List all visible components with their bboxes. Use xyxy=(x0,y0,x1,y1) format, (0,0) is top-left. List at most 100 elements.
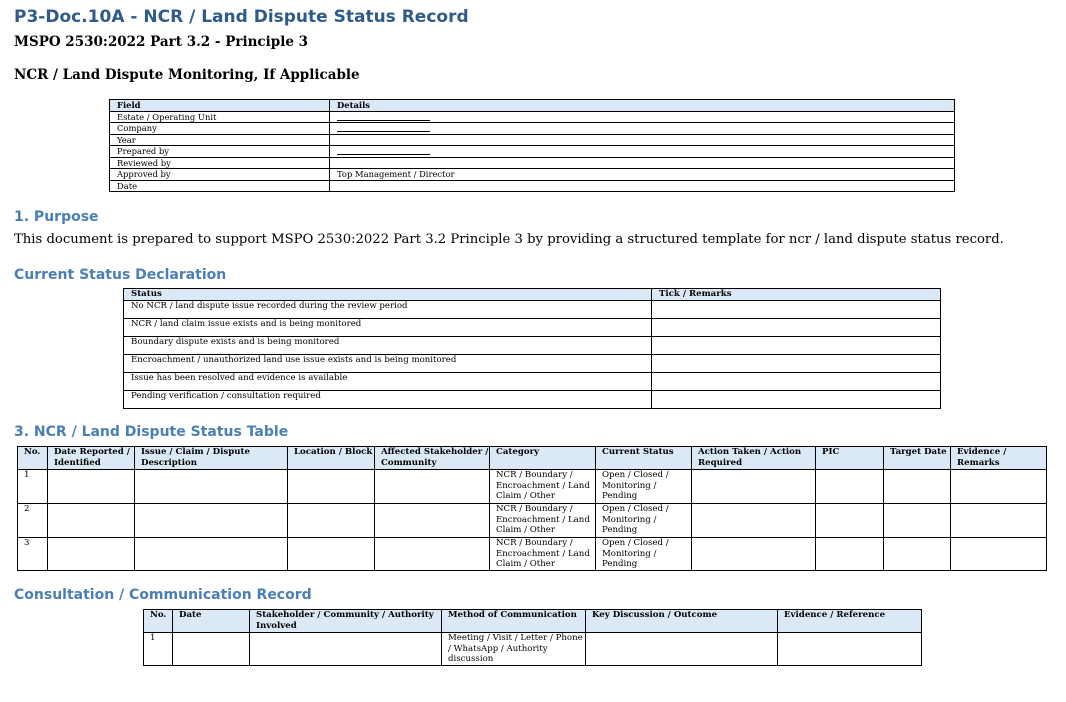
field-header: Field xyxy=(109,99,330,112)
document-title: P3-Doc.10A - NCR / Land Dispute Status R… xyxy=(14,7,469,27)
row-number: 1 xyxy=(143,632,173,666)
info-table: Field Details Estate / Operating Unit Co… xyxy=(109,99,955,192)
empty-cell[interactable] xyxy=(249,632,442,666)
empty-cell[interactable] xyxy=(287,537,375,571)
action-header: Action Taken / Action Required xyxy=(691,446,816,470)
empty-cell[interactable] xyxy=(134,469,288,504)
details-blank[interactable] xyxy=(329,145,955,158)
empty-cell[interactable] xyxy=(374,503,490,538)
status-declaration-heading: Current Status Declaration xyxy=(14,267,227,283)
empty-cell[interactable] xyxy=(815,537,884,571)
info-row-date: Date xyxy=(109,179,955,192)
empty-cell[interactable] xyxy=(950,469,1047,504)
info-row-reviewed-by: Reviewed by xyxy=(109,156,955,169)
target-date-header: Target Date xyxy=(883,446,951,470)
date-header: Date xyxy=(172,609,250,633)
info-row-year: Year xyxy=(109,133,955,146)
empty-cell[interactable] xyxy=(287,503,375,538)
status-row: Issue has been resolved and evidence is … xyxy=(123,372,941,391)
field-label: Date xyxy=(109,179,330,192)
empty-cell[interactable] xyxy=(374,469,490,504)
consultation-table: No. Date Stakeholder / Community / Autho… xyxy=(143,609,922,666)
empty-cell[interactable] xyxy=(134,503,288,538)
empty-cell[interactable] xyxy=(287,469,375,504)
status-label: No NCR / land dispute issue recorded dur… xyxy=(123,300,652,319)
fill-in-line xyxy=(337,146,430,155)
status-label: Pending verification / consultation requ… xyxy=(123,390,652,409)
key-discussion-header: Key Discussion / Outcome xyxy=(585,609,778,633)
row-number: 3 xyxy=(17,537,48,571)
details-value[interactable]: Top Management / Director xyxy=(329,168,955,181)
status-label: NCR / land claim issue exists and is bei… xyxy=(123,318,652,337)
status-declaration-table: Status Tick / Remarks No NCR / land disp… xyxy=(123,288,941,409)
empty-cell[interactable] xyxy=(374,537,490,571)
status-row: Boundary dispute exists and is being mon… xyxy=(123,336,941,355)
empty-cell[interactable] xyxy=(47,503,135,538)
no-header: No. xyxy=(143,609,173,633)
field-label: Prepared by xyxy=(109,145,330,158)
empty-cell[interactable] xyxy=(691,469,816,504)
location-header: Location / Block xyxy=(287,446,375,470)
empty-cell[interactable] xyxy=(134,537,288,571)
details-value[interactable] xyxy=(329,179,955,192)
empty-cell[interactable] xyxy=(585,632,778,666)
affected-stakeholder-header: Affected Stakeholder / Community xyxy=(374,446,490,470)
row-number: 1 xyxy=(17,469,48,504)
consultation-heading: Consultation / Communication Record xyxy=(14,587,312,603)
details-blank[interactable] xyxy=(329,110,955,123)
fill-in-line xyxy=(337,123,430,132)
consultation-header: No. Date Stakeholder / Community / Autho… xyxy=(143,609,922,633)
purpose-text: This document is prepared to support MSP… xyxy=(14,232,1004,247)
status-table-heading: 3. NCR / Land Dispute Status Table xyxy=(14,424,289,440)
field-label: Company xyxy=(109,122,330,135)
empty-cell[interactable] xyxy=(883,503,951,538)
monitoring-heading: NCR / Land Dispute Monitoring, If Applic… xyxy=(14,67,360,83)
status-declaration-header: Status Tick / Remarks xyxy=(123,288,941,301)
details-value[interactable] xyxy=(329,133,955,146)
no-header: No. xyxy=(17,446,48,470)
issue-description-header: Issue / Claim / Dispute Description xyxy=(134,446,288,470)
info-row-company: Company xyxy=(109,122,955,135)
tick-remarks-cell[interactable] xyxy=(651,336,941,355)
empty-cell[interactable] xyxy=(883,537,951,571)
method-header: Method of Communication xyxy=(441,609,586,633)
empty-cell[interactable] xyxy=(691,503,816,538)
tick-remarks-cell[interactable] xyxy=(651,300,941,319)
status-label: Encroachment / unauthorized land use iss… xyxy=(123,354,652,373)
empty-cell[interactable] xyxy=(950,537,1047,571)
tick-remarks-cell[interactable] xyxy=(651,372,941,391)
empty-cell[interactable] xyxy=(815,503,884,538)
field-label: Approved by xyxy=(109,168,330,181)
empty-cell[interactable] xyxy=(47,537,135,571)
tick-remarks-cell[interactable] xyxy=(651,318,941,337)
status-header: Status xyxy=(123,288,652,301)
tick-remarks-cell[interactable] xyxy=(651,354,941,373)
fill-in-line xyxy=(337,112,430,121)
table-row: 1 NCR / Boundary / Encroachment / Land C… xyxy=(17,469,1047,504)
evidence-reference-header: Evidence / Reference xyxy=(777,609,922,633)
row-number: 2 xyxy=(17,503,48,538)
info-row-approved-by: Approved by Top Management / Director xyxy=(109,168,955,181)
empty-cell[interactable] xyxy=(47,469,135,504)
method-options: Meeting / Visit / Letter / Phone / Whats… xyxy=(441,632,586,666)
empty-cell[interactable] xyxy=(950,503,1047,538)
empty-cell[interactable] xyxy=(691,537,816,571)
category-options: NCR / Boundary / Encroachment / Land Cla… xyxy=(489,503,596,538)
details-value[interactable] xyxy=(329,156,955,169)
field-label: Year xyxy=(109,133,330,146)
status-row: NCR / land claim issue exists and is bei… xyxy=(123,318,941,337)
date-reported-header: Date Reported / Identified xyxy=(47,446,135,470)
status-row: No NCR / land dispute issue recorded dur… xyxy=(123,300,941,319)
tick-remarks-cell[interactable] xyxy=(651,390,941,409)
category-header: Category xyxy=(489,446,596,470)
tick-remarks-header: Tick / Remarks xyxy=(651,288,941,301)
empty-cell[interactable] xyxy=(777,632,922,666)
info-table-header: Field Details xyxy=(109,99,955,112)
empty-cell[interactable] xyxy=(815,469,884,504)
empty-cell[interactable] xyxy=(172,632,250,666)
category-options: NCR / Boundary / Encroachment / Land Cla… xyxy=(489,537,596,571)
details-blank[interactable] xyxy=(329,122,955,135)
field-label: Reviewed by xyxy=(109,156,330,169)
empty-cell[interactable] xyxy=(883,469,951,504)
table-row: 3 NCR / Boundary / Encroachment / Land C… xyxy=(17,537,1047,571)
